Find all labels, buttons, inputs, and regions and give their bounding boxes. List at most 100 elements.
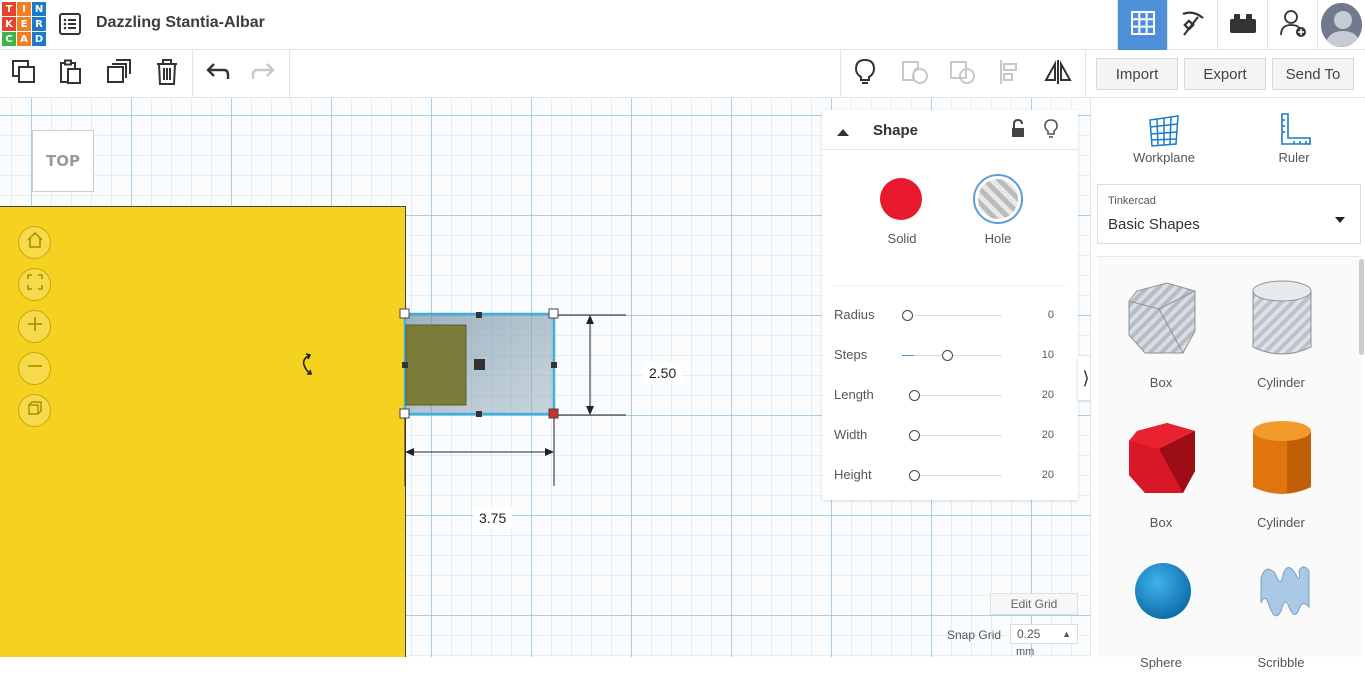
design-list-icon[interactable] xyxy=(58,12,82,36)
lock-icon[interactable] xyxy=(1010,118,1026,144)
snap-grid-select[interactable]: 0.25 ▲ xyxy=(1010,624,1078,644)
panel-title: Shape xyxy=(873,122,919,139)
ungroup-icon xyxy=(948,58,976,91)
bricks-button[interactable] xyxy=(1217,0,1267,50)
shape-box[interactable]: Box xyxy=(1101,403,1221,533)
center-handle xyxy=(474,359,485,370)
ruler-icon xyxy=(1274,110,1314,150)
add-user-button[interactable] xyxy=(1267,0,1317,50)
box-hole-icon xyxy=(1123,275,1203,370)
shape-label: Scribble xyxy=(1257,655,1305,670)
logo-letter: K xyxy=(2,17,16,31)
width-dimension-input[interactable]: 3.75 xyxy=(473,507,513,529)
shape-library-dropdown[interactable]: Tinkercad Basic Shapes xyxy=(1097,184,1361,244)
snap-grid-value: 0.25 xyxy=(1017,627,1041,641)
shape-sphere[interactable]: Sphere xyxy=(1101,543,1221,673)
grid-icon xyxy=(1130,10,1156,41)
slider-knob[interactable] xyxy=(941,350,953,361)
import-button[interactable]: Import xyxy=(1096,58,1178,90)
redo-button[interactable] xyxy=(248,58,280,90)
workplane-icon xyxy=(1144,110,1184,150)
property-label: Radius xyxy=(834,307,875,322)
property-label: Height xyxy=(834,467,872,482)
solid-color-button[interactable] xyxy=(880,178,922,220)
undo-icon xyxy=(204,61,230,88)
group-button[interactable] xyxy=(898,58,930,90)
property-slider[interactable] xyxy=(914,475,1002,476)
hole-pattern-icon xyxy=(978,179,1018,219)
property-value[interactable]: 20 xyxy=(1042,389,1054,401)
cylinder-orange-icon xyxy=(1247,417,1317,512)
mirror-icon xyxy=(1043,58,1073,91)
edit-grid-button[interactable]: Edit Grid xyxy=(990,593,1078,615)
duplicate-button[interactable] xyxy=(103,58,135,90)
property-value[interactable]: 20 xyxy=(1042,469,1054,481)
paste-icon xyxy=(57,59,83,90)
delete-button[interactable] xyxy=(151,58,183,90)
3d-design-view-button[interactable] xyxy=(1117,0,1167,50)
paste-button[interactable] xyxy=(54,58,86,90)
design-title[interactable]: Dazzling Stantia-Albar xyxy=(96,14,265,32)
trash-icon xyxy=(154,58,180,91)
user-plus-icon xyxy=(1278,8,1308,43)
codeblocks-button[interactable] xyxy=(1167,0,1217,50)
caret-down-icon xyxy=(1334,211,1346,229)
shape-scribble[interactable]: Scribble xyxy=(1221,543,1341,673)
shape-label: Box xyxy=(1149,515,1173,530)
top-bar: TIN KER CAD Dazzling Stantia-Albar xyxy=(0,0,1365,50)
cylinder-hole-icon xyxy=(1247,277,1317,372)
copy-icon xyxy=(11,59,37,90)
shape-cylinder[interactable]: Cylinder xyxy=(1221,403,1341,533)
shape-label: Sphere xyxy=(1140,655,1182,670)
shapes-scrollbar[interactable] xyxy=(1359,259,1364,355)
library-group-label: Tinkercad xyxy=(1108,195,1156,207)
property-value[interactable]: 0 xyxy=(1048,309,1054,321)
workplane-label: Workplane xyxy=(1133,150,1195,165)
brick-icon xyxy=(1228,11,1258,40)
copy-button[interactable] xyxy=(8,58,40,90)
edit-toolbar: Import Export Send To xyxy=(0,50,1365,98)
tinkercad-logo[interactable]: TIN KER CAD xyxy=(2,2,46,46)
box-red-icon xyxy=(1123,415,1203,510)
workplane-button[interactable]: Workplane xyxy=(1119,110,1209,170)
collapse-panel-icon[interactable] xyxy=(836,124,850,142)
undo-button[interactable] xyxy=(201,58,233,90)
visibility-bulb-icon[interactable] xyxy=(1043,118,1059,145)
property-row-length: Length 20 xyxy=(834,385,1066,405)
shape-cylinder-hole[interactable]: Cylinder xyxy=(1221,263,1341,393)
property-value[interactable]: 20 xyxy=(1042,429,1054,441)
notes-button[interactable] xyxy=(849,58,881,90)
slider-knob[interactable] xyxy=(909,390,921,401)
slider-knob[interactable] xyxy=(902,310,913,321)
avatar xyxy=(1321,3,1362,47)
property-slider[interactable] xyxy=(914,315,1002,316)
send-to-button[interactable]: Send To xyxy=(1272,58,1354,90)
hole-button[interactable] xyxy=(973,174,1023,224)
property-slider[interactable] xyxy=(914,355,1002,356)
logo-letter: T xyxy=(2,2,16,16)
property-row-height: Height 20 xyxy=(834,465,1066,485)
property-value[interactable]: 10 xyxy=(1042,349,1054,361)
ruler-button[interactable]: Ruler xyxy=(1249,110,1339,170)
logo-letter: D xyxy=(32,32,46,46)
snap-grid-label: Snap Grid xyxy=(947,628,1002,642)
hole-label: Hole xyxy=(984,231,1012,246)
property-row-width: Width 20 xyxy=(834,425,1066,445)
property-slider[interactable] xyxy=(914,395,1002,396)
slider-knob[interactable] xyxy=(909,430,921,441)
shape-box-hole[interactable]: Box xyxy=(1101,263,1221,393)
property-row-radius: Radius 0 xyxy=(834,305,1066,325)
export-button[interactable]: Export xyxy=(1184,58,1266,90)
collapse-sidebar-tab[interactable]: ⟩ xyxy=(1078,356,1090,400)
logo-letter: N xyxy=(32,2,46,16)
ruler-label: Ruler xyxy=(1278,150,1310,165)
align-button[interactable] xyxy=(995,58,1027,90)
mirror-button[interactable] xyxy=(1042,58,1074,90)
workplane-canvas[interactable]: TOP 2.50 3.75 Shape Solid Hole Radius 0 … xyxy=(0,98,1090,657)
property-slider[interactable] xyxy=(914,435,1002,436)
shapes-grid: Box Cylinder Box Cylinder Sphere Scribbl… xyxy=(1097,256,1364,670)
ungroup-button[interactable] xyxy=(946,58,978,90)
profile-button[interactable] xyxy=(1317,0,1365,50)
height-dimension-input[interactable]: 2.50 xyxy=(643,362,683,384)
slider-knob[interactable] xyxy=(909,470,921,481)
